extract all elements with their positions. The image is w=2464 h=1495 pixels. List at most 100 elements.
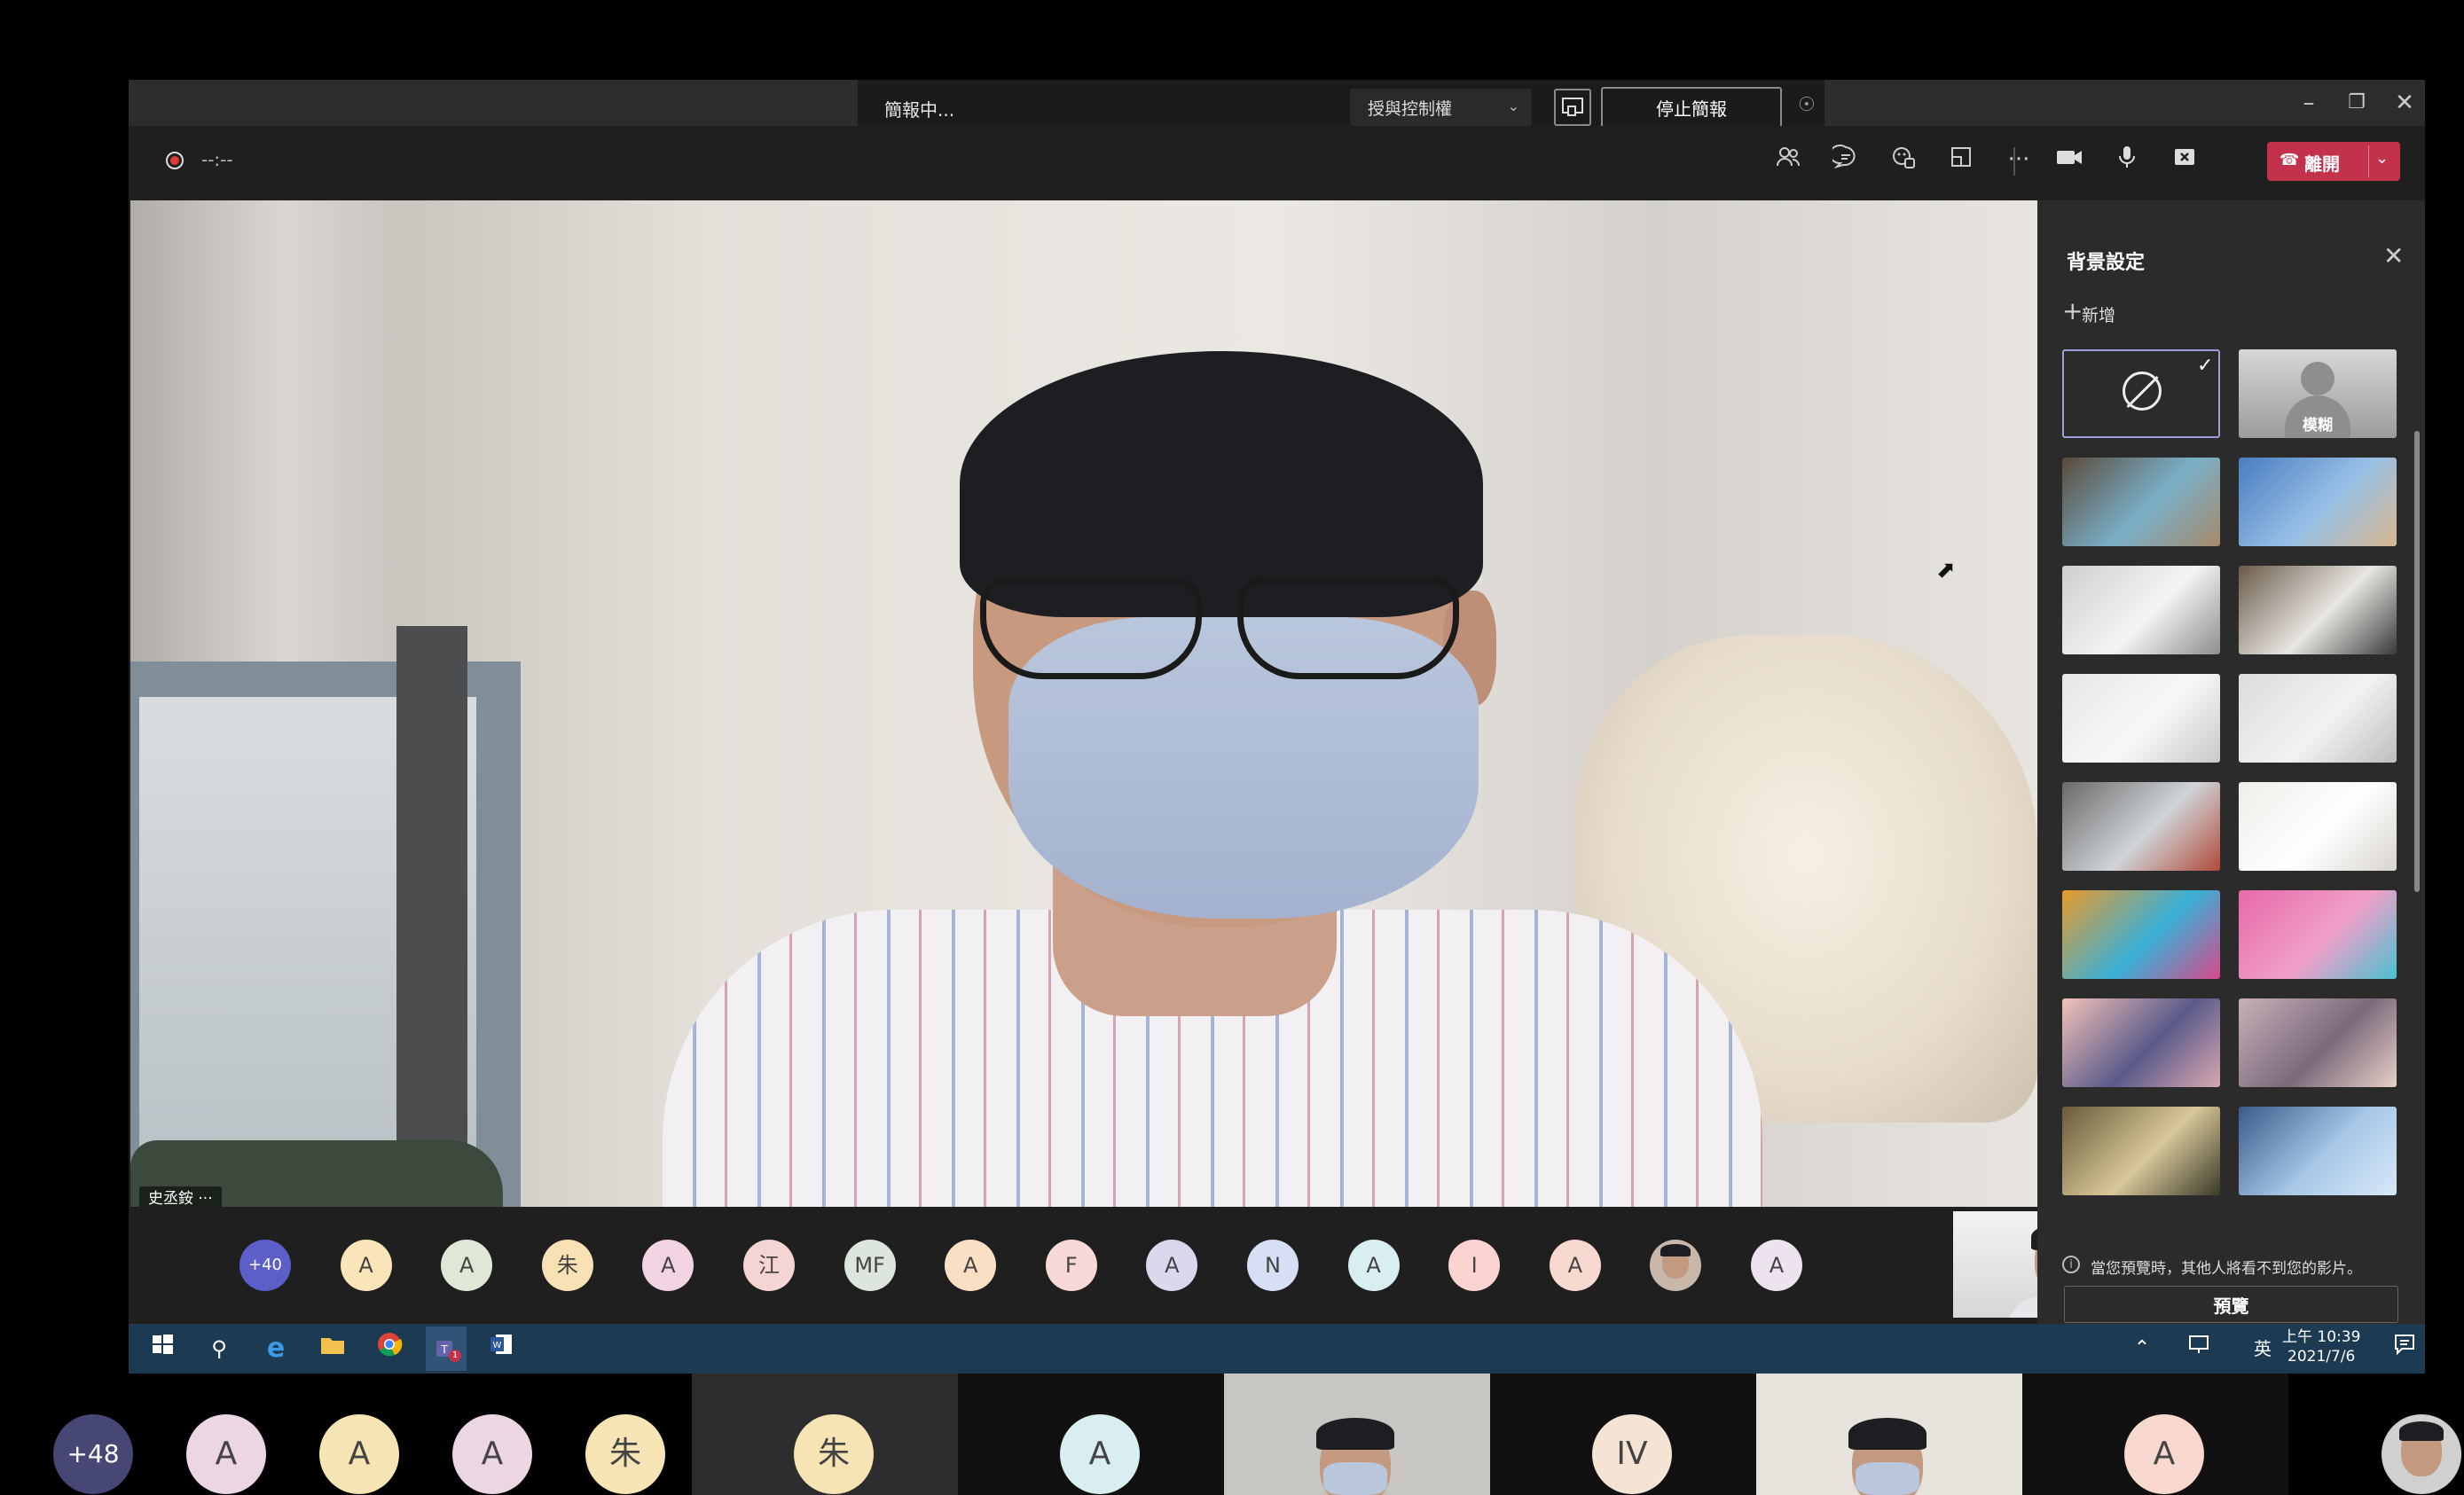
svg-text:W: W <box>493 1341 502 1350</box>
close-window-icon[interactable]: ✕ <box>2387 85 2422 121</box>
pin-icon[interactable]: ☉ <box>1798 94 1816 116</box>
background-image-option[interactable] <box>2062 890 2220 979</box>
teams-window: 簡報中... 授與控制權 ⌄ 停止簡報 ☉ – ❐ ✕ --:-- ··· ☎ … <box>129 80 2425 1374</box>
background-image-option[interactable] <box>2062 1107 2220 1195</box>
gallery-avatar[interactable]: A <box>452 1414 532 1494</box>
participant-avatar[interactable]: A <box>642 1240 694 1291</box>
word-icon[interactable]: W <box>483 1331 519 1366</box>
chevron-up-icon[interactable]: ⌃ <box>2124 1331 2160 1366</box>
gallery-avatar[interactable]: A <box>1060 1414 1140 1494</box>
gallery-avatar[interactable]: A <box>186 1414 266 1494</box>
background-settings-panel: 背景設定 ✕ + 新增 ✓ 模糊 i 當您預覽時，其他人將看不到您的影片。 預覽 … <box>2037 200 2425 1374</box>
restore-icon[interactable]: ❐ <box>2339 85 2374 121</box>
participant-avatar[interactable]: A <box>945 1240 997 1291</box>
gallery-avatar[interactable]: 朱 <box>794 1414 874 1494</box>
background-image-option[interactable] <box>2239 458 2397 546</box>
no-background-option[interactable]: ✓ <box>2062 349 2220 438</box>
file-explorer-icon[interactable] <box>315 1331 350 1366</box>
leave-divider <box>2368 145 2369 177</box>
input-method-indicator[interactable]: 英 <box>2245 1331 2280 1366</box>
close-icon[interactable]: ✕ <box>2383 241 2404 270</box>
clock-time: 上午 10:39 <box>2282 1328 2361 1346</box>
info-icon: i <box>2062 1256 2080 1273</box>
sharing-status: 簡報中... <box>884 99 955 121</box>
teams-taskbar-icon[interactable]: T 1 <box>426 1327 467 1371</box>
preview-info-text: 當您預覽時，其他人將看不到您的影片。 <box>2091 1260 2362 1278</box>
network-icon[interactable] <box>2183 1331 2218 1366</box>
participant-avatar[interactable]: A <box>1347 1240 1400 1291</box>
preview-button[interactable]: 預覽 <box>2064 1286 2398 1323</box>
participant-avatar[interactable]: A <box>1146 1240 1198 1291</box>
internet-explorer-icon[interactable]: e <box>258 1331 294 1366</box>
participant-avatar[interactable]: A <box>1751 1240 1802 1291</box>
participant-photo-avatar[interactable] <box>1650 1240 1702 1291</box>
background-image-option[interactable] <box>2239 890 2397 979</box>
search-icon[interactable]: ⚲ <box>201 1331 237 1366</box>
gallery-avatar[interactable]: 朱 <box>585 1414 665 1494</box>
participant-avatar[interactable]: A <box>1549 1240 1601 1291</box>
background-image-option[interactable] <box>2062 566 2220 654</box>
participant-avatar[interactable]: +40 <box>239 1240 291 1291</box>
check-icon: ✓ <box>2197 355 2214 377</box>
background-image-option[interactable] <box>2239 674 2397 763</box>
gallery-avatar[interactable]: IV <box>1592 1414 1672 1494</box>
start-icon[interactable] <box>145 1331 180 1366</box>
leave-button[interactable]: ☎ 離開 ⌄ <box>2267 142 2400 181</box>
add-icon[interactable]: + <box>2062 296 2083 325</box>
chat-icon[interactable] <box>1826 144 1865 179</box>
gallery-tile[interactable] <box>1224 1374 1490 1495</box>
clock[interactable]: 上午 10:39 2021/7/6 <box>2282 1327 2360 1366</box>
participants-strip: +40 A A 朱 A 江 MF A F A N A I A A <box>129 1207 2178 1324</box>
chrome-icon[interactable] <box>372 1331 407 1366</box>
participant-avatar[interactable]: I <box>1448 1240 1501 1291</box>
gallery-tile[interactable] <box>1756 1374 2022 1495</box>
participant-avatar[interactable]: F <box>1045 1240 1097 1291</box>
participant-avatar[interactable]: A <box>441 1240 493 1291</box>
participants-icon[interactable] <box>1769 144 1808 179</box>
more-actions-icon[interactable]: ··· <box>1999 142 2038 177</box>
reactions-icon[interactable] <box>1884 144 1923 179</box>
add-new-background-button[interactable]: 新增 <box>2082 302 2115 326</box>
screen-share-icon <box>1562 98 1583 116</box>
background-image-option[interactable] <box>2239 782 2397 871</box>
background-image-option[interactable] <box>2062 998 2220 1087</box>
panel-scrollbar[interactable] <box>2414 431 2420 892</box>
stop-presenting-button[interactable]: 停止簡報 <box>1601 87 1782 128</box>
chevron-down-icon[interactable]: ⌄ <box>2375 149 2389 168</box>
meeting-timer: --:-- <box>201 149 233 170</box>
give-control-dropdown[interactable]: 授與控制權 ⌄ <box>1350 89 1532 126</box>
participant-avatar[interactable]: A <box>340 1240 392 1291</box>
stop-sharing-icon[interactable] <box>2165 144 2204 179</box>
svg-text:T: T <box>440 1343 448 1356</box>
give-control-label: 授與控制權 <box>1368 98 1453 119</box>
background-image-option[interactable] <box>2239 566 2397 654</box>
background-image-option[interactable] <box>2062 458 2220 546</box>
participant-avatar[interactable]: 朱 <box>541 1240 593 1291</box>
participant-avatar[interactable]: MF <box>844 1240 896 1291</box>
gallery-photo-avatar[interactable] <box>2382 1414 2461 1494</box>
recording-indicator-icon <box>166 152 184 169</box>
gallery-avatar[interactable]: A <box>319 1414 399 1494</box>
notifications-icon[interactable] <box>2387 1331 2422 1366</box>
minimize-icon[interactable]: – <box>2291 85 2327 121</box>
mouse-cursor-icon: ⬈ <box>1936 557 1956 583</box>
chevron-down-icon: ⌄ <box>1507 98 1519 114</box>
participant-avatar[interactable]: N <box>1247 1240 1299 1291</box>
background-image-option[interactable] <box>2062 674 2220 763</box>
camera-icon[interactable] <box>2050 144 2089 179</box>
include-audio-button[interactable] <box>1554 89 1591 126</box>
clock-date: 2021/7/6 <box>2287 1348 2356 1366</box>
background-image-option[interactable] <box>2239 998 2397 1087</box>
breakout-rooms-icon[interactable] <box>1942 144 1981 179</box>
background-image-option[interactable] <box>2239 1107 2397 1195</box>
blur-background-option[interactable]: 模糊 <box>2239 349 2397 438</box>
background-image-option[interactable] <box>2062 782 2220 871</box>
presenter-name-tag[interactable]: 史丞銨 ··· <box>139 1186 222 1207</box>
microphone-icon[interactable] <box>2107 144 2146 179</box>
gallery-avatar[interactable]: +48 <box>53 1414 133 1494</box>
meeting-toolbar: --:-- ··· ☎ 離開 ⌄ <box>129 126 2425 195</box>
participant-avatar[interactable]: 江 <box>743 1240 795 1291</box>
gallery-avatar[interactable]: A <box>2124 1414 2204 1494</box>
video-window-mullion <box>396 626 467 1207</box>
outer-gallery: +48 A A A 朱朱 A IV A <box>0 1374 2464 1495</box>
